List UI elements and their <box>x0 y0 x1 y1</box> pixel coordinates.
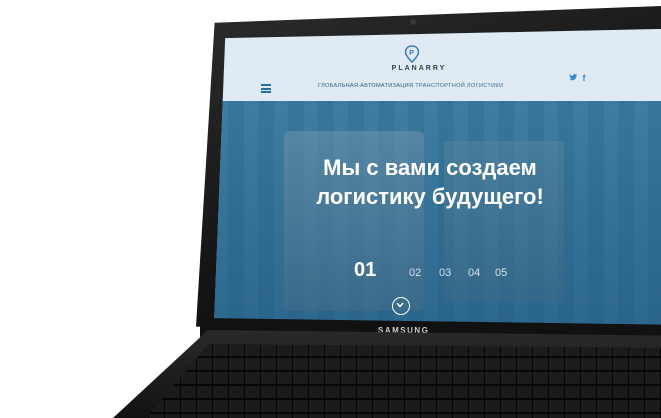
laptop-screen: P PLANARRY ГЛОБАЛЬНАЯ АВТОМАТИЗАЦИЯ ТРАН… <box>214 29 661 333</box>
laptop-scene: P PLANARRY ГЛОБАЛЬНАЯ АВТОМАТИЗАЦИЯ ТРАН… <box>0 0 661 418</box>
site-header: P PLANARRY ГЛОБАЛЬНАЯ АВТОМАТИЗАЦИЯ ТРАН… <box>214 29 661 101</box>
webcam <box>410 19 416 25</box>
keyboard <box>141 344 661 418</box>
slide-04[interactable]: 04 <box>468 267 480 279</box>
hero-headline: Мы с вами создаем логистику будущего! <box>310 153 550 211</box>
headline-line-1: Мы с вами создаем <box>323 155 537 180</box>
twitter-icon[interactable] <box>569 73 580 83</box>
planarry-logo-icon: P <box>404 45 420 63</box>
site-tagline: ГЛОБАЛЬНАЯ АВТОМАТИЗАЦИЯ ТРАНСПОРТНОЙ ЛО… <box>318 83 518 89</box>
tagline-part1: ГЛОБАЛЬНАЯ АВТОМАТИЗАЦИЯ <box>318 83 414 89</box>
brand-name: PLANARRY <box>391 65 447 72</box>
scroll-down-button[interactable] <box>392 297 410 315</box>
facebook-icon[interactable]: f <box>583 73 586 83</box>
slide-03[interactable]: 03 <box>439 267 451 279</box>
svg-text:P: P <box>409 50 414 57</box>
slide-01[interactable]: 01 <box>354 259 376 282</box>
headline-line-2: логистику будущего! <box>316 184 544 209</box>
hamburger-menu-icon[interactable] <box>261 84 271 93</box>
chevron-down-icon <box>396 302 404 308</box>
hero-section: Мы с вами создаем логистику будущего! 01… <box>214 101 661 333</box>
social-links: f <box>569 73 589 83</box>
slide-05[interactable]: 05 <box>495 267 507 279</box>
slide-02[interactable]: 02 <box>409 267 421 279</box>
tagline-part2: ТРАНСПОРТНОЙ ЛОГИСТИКИ <box>415 83 504 89</box>
